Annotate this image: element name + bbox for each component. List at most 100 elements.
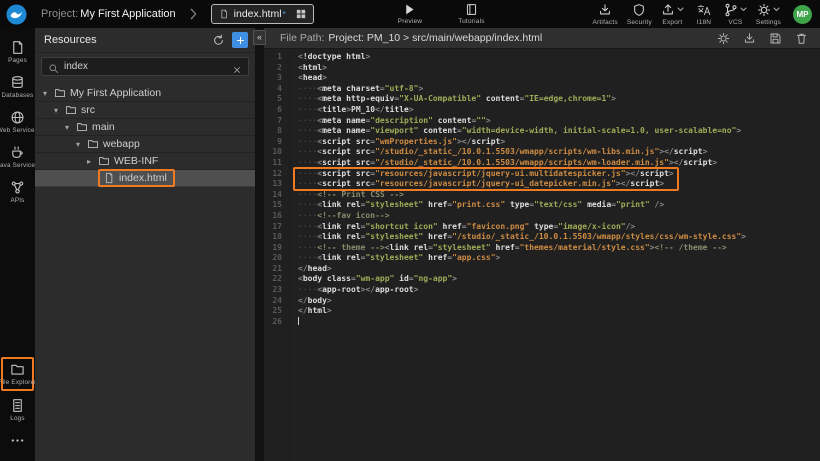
code-line-26[interactable] bbox=[298, 317, 820, 328]
gear-icon[interactable] bbox=[717, 32, 730, 45]
preview-button[interactable]: Preview bbox=[398, 3, 423, 25]
code-line-15[interactable]: ····<link rel="stylesheet" href="print.c… bbox=[298, 200, 820, 211]
topbar-i18n-button[interactable]: I18N bbox=[690, 3, 718, 26]
gear-icon bbox=[757, 3, 771, 17]
caret-down-icon[interactable]: ▾ bbox=[43, 89, 54, 98]
sidebar-item-pages[interactable]: Pages bbox=[1, 36, 34, 68]
folder-icon bbox=[76, 121, 88, 133]
tutorials-button[interactable]: Tutorials bbox=[458, 3, 484, 25]
code-line-1[interactable]: <!doctype html> bbox=[298, 52, 820, 63]
highlight-annotation: index.html bbox=[98, 169, 175, 187]
i18n-icon bbox=[697, 3, 711, 17]
code-line-24[interactable]: </body> bbox=[298, 296, 820, 307]
grid-icon[interactable] bbox=[296, 9, 306, 19]
code-area[interactable]: 1234567891011121314151617181920212223242… bbox=[264, 49, 820, 461]
line-number: 5 bbox=[264, 94, 282, 105]
topbar-tool-label: Export bbox=[662, 19, 682, 26]
topbar-artifacts-button[interactable]: Artifacts bbox=[590, 3, 621, 26]
topbar-security-button[interactable]: Security bbox=[624, 3, 655, 26]
code-line-11[interactable]: ····<script src="/studio/_static_/10.0.1… bbox=[298, 158, 820, 169]
sidebar-item-databases[interactable]: Databases bbox=[1, 71, 34, 103]
book-icon bbox=[465, 3, 478, 16]
topbar-export-button[interactable]: Export bbox=[658, 3, 687, 26]
code-line-23[interactable]: ····<app-root></app-root> bbox=[298, 285, 820, 296]
sidebar-item-more[interactable] bbox=[1, 429, 34, 452]
code-line-2[interactable]: <html> bbox=[298, 63, 820, 74]
download-icon[interactable] bbox=[743, 32, 756, 45]
line-number: 2 bbox=[264, 63, 282, 74]
code-line-5[interactable]: ····<meta http-equiv="X-UA-Compatible" c… bbox=[298, 94, 820, 105]
caret-down-icon[interactable]: ▾ bbox=[76, 140, 87, 149]
code-line-22[interactable]: <body class="wm-app" id="ng-app"> bbox=[298, 274, 820, 285]
tree-item-webapp[interactable]: ▾webapp bbox=[35, 136, 255, 153]
tree-item-label: WEB-INF bbox=[114, 155, 158, 167]
sidebar-item-apis[interactable]: APIs bbox=[1, 176, 34, 208]
code-line-9[interactable]: ····<script src="wmProperties.js"></scri… bbox=[298, 137, 820, 148]
topbar-settings-button[interactable]: Settings bbox=[753, 3, 784, 26]
panel-splitter[interactable]: « bbox=[255, 28, 264, 461]
sidebar-item-file-explorer[interactable]: File Explorer bbox=[1, 357, 34, 391]
code-line-3[interactable]: <head> bbox=[298, 73, 820, 84]
code-line-20[interactable]: ····<link rel="stylesheet" href="app.css… bbox=[298, 253, 820, 264]
line-number: 22 bbox=[264, 274, 282, 285]
file-icon bbox=[103, 172, 115, 184]
file-path-label: File Path: bbox=[280, 32, 324, 44]
code-line-18[interactable]: ····<link rel="stylesheet" href="/studio… bbox=[298, 232, 820, 243]
code-line-25[interactable]: </html> bbox=[298, 306, 820, 317]
line-number: 11 bbox=[264, 158, 282, 169]
line-number: 1 bbox=[264, 52, 282, 63]
code-line-17[interactable]: ····<link rel="shortcut icon" href="favi… bbox=[298, 222, 820, 233]
caret-down-icon[interactable]: ▾ bbox=[65, 123, 76, 132]
tree-item-my-first-application[interactable]: ▾My First Application bbox=[35, 85, 255, 102]
ellipsis-icon bbox=[10, 433, 25, 448]
topbar-tool-label: Security bbox=[627, 19, 652, 26]
line-number: 3 bbox=[264, 73, 282, 84]
code-line-7[interactable]: ····<meta name="description" content=""> bbox=[298, 116, 820, 127]
code-line-16[interactable]: ····<!--fav icon--> bbox=[298, 211, 820, 222]
sidebar-item-java-services[interactable]: Java Services bbox=[1, 141, 34, 173]
code-line-4[interactable]: ····<meta charset="utf-8"> bbox=[298, 84, 820, 95]
code-line-12[interactable]: ····<script src="resources/javascript/jq… bbox=[298, 169, 820, 180]
sidebar-item-web-services[interactable]: Web Services bbox=[1, 106, 34, 138]
line-number: 7 bbox=[264, 116, 282, 127]
sidebar-item-label: Web Services bbox=[0, 127, 38, 134]
refresh-icon[interactable] bbox=[212, 34, 225, 47]
caret-right-icon[interactable]: ▸ bbox=[87, 157, 98, 166]
topbar-vcs-button[interactable]: VCS bbox=[721, 3, 750, 26]
resources-panel: Resources ▾My First Application▾src▾main… bbox=[35, 28, 255, 461]
folder-icon bbox=[98, 155, 110, 167]
tree-item-web-inf[interactable]: ▸ WEB-INF bbox=[35, 153, 255, 170]
caret-down-icon[interactable]: ▾ bbox=[54, 106, 65, 115]
code-line-21[interactable]: </head> bbox=[298, 264, 820, 275]
folder-icon bbox=[65, 104, 77, 116]
sidebar-item-logs[interactable]: Logs bbox=[1, 394, 34, 426]
top-bar: Project: My First Application index.html… bbox=[0, 0, 820, 28]
tree-item-index-html[interactable]: index.html bbox=[35, 170, 255, 187]
resources-header: Resources bbox=[35, 28, 255, 53]
trash-icon[interactable] bbox=[795, 32, 808, 45]
sidebar-item-label: File Explorer bbox=[0, 379, 36, 386]
clear-search-icon[interactable] bbox=[232, 62, 242, 72]
search-input[interactable] bbox=[64, 61, 227, 72]
database-icon bbox=[10, 75, 25, 90]
code-line-10[interactable]: ····<script src="/studio/_static_/10.0.1… bbox=[298, 147, 820, 158]
code-line-6[interactable]: ····<title>PM_10</title> bbox=[298, 105, 820, 116]
code-line-19[interactable]: ····<!-- theme --><link rel="stylesheet"… bbox=[298, 243, 820, 254]
open-file-tab[interactable]: index.html * bbox=[211, 4, 314, 24]
collapse-panel-button[interactable]: « bbox=[253, 30, 266, 45]
code-line-8[interactable]: ····<meta name="viewport" content="width… bbox=[298, 126, 820, 137]
save-icon[interactable] bbox=[769, 32, 782, 45]
text-cursor bbox=[298, 317, 299, 325]
chevron-down-icon bbox=[677, 7, 684, 12]
add-resource-button[interactable] bbox=[232, 32, 248, 48]
line-number: 17 bbox=[264, 222, 282, 233]
code-line-13[interactable]: ····<script src="resources/javascript/jq… bbox=[298, 179, 820, 190]
tree-item-main[interactable]: ▾main bbox=[35, 119, 255, 136]
line-number: 16 bbox=[264, 211, 282, 222]
code-line-14[interactable]: ····<!-- Print CSS --> bbox=[298, 190, 820, 201]
app-logo-icon[interactable] bbox=[6, 4, 27, 25]
topbar-tools-group: Artifacts Security Export I18NVCSSettings bbox=[590, 3, 784, 26]
tree-item-src[interactable]: ▾src bbox=[35, 102, 255, 119]
user-avatar[interactable]: MP bbox=[793, 5, 812, 24]
sidebar-item-label: Databases bbox=[2, 92, 34, 99]
